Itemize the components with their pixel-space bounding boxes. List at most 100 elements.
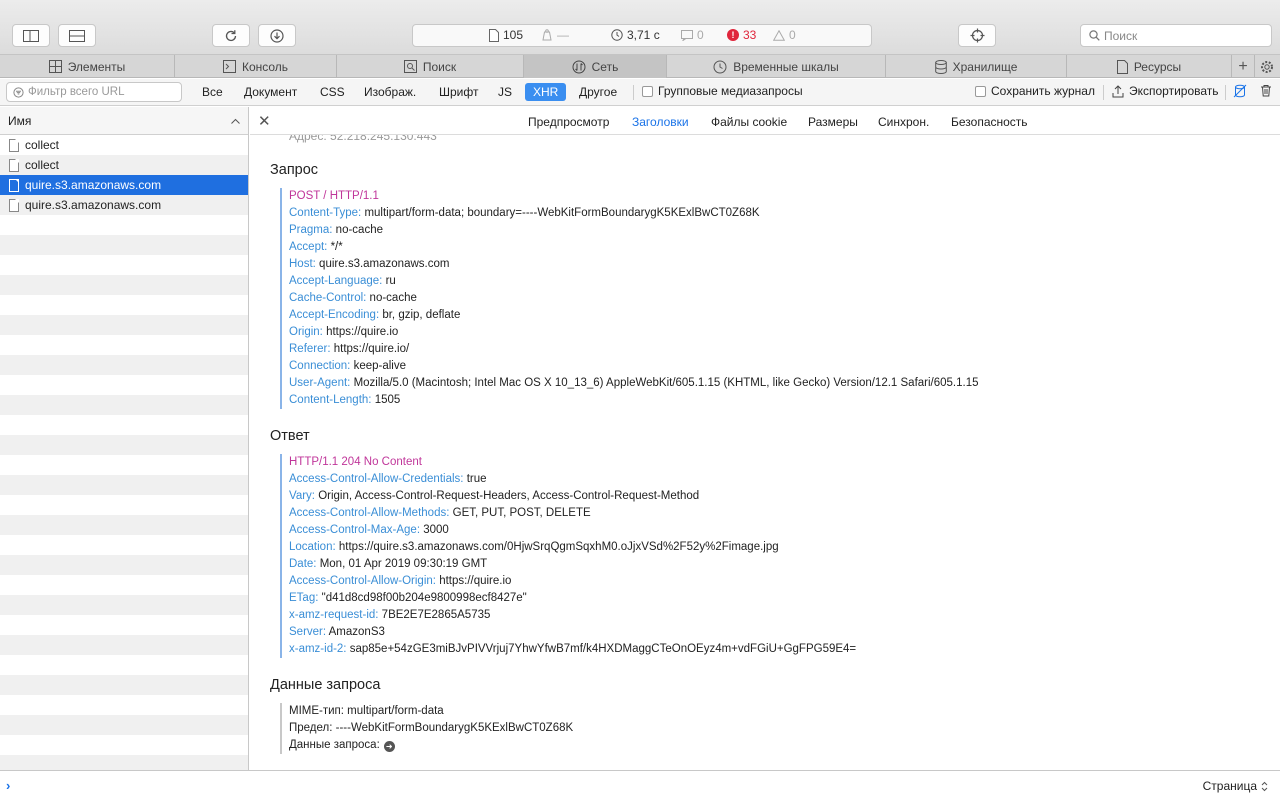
document-icon (489, 28, 499, 42)
tab-label: Временные шкалы (733, 59, 839, 74)
tab-resources[interactable]: Ресурсы (1067, 55, 1232, 78)
execution-context-select[interactable]: Страница (1203, 779, 1268, 793)
execution-context-label: Страница (1202, 779, 1257, 793)
disable-cache-button[interactable] (1233, 84, 1247, 98)
gear-icon (1260, 60, 1273, 73)
tab-console[interactable]: Консоль (175, 55, 337, 78)
name-column-header[interactable]: Имя (0, 107, 248, 135)
request-name: collect (25, 138, 60, 152)
request-row[interactable]: quire.s3.amazonaws.com (0, 195, 248, 215)
tab-network[interactable]: Сеть (524, 55, 667, 78)
request-data-block: MIME-тип: multipart/form-data Предел: --… (280, 703, 573, 754)
settings-button[interactable] (1255, 55, 1278, 78)
cache-disabled-icon (1233, 84, 1247, 98)
console-prompt-bar: › Страница (0, 770, 1280, 800)
dock-side-button[interactable] (12, 24, 50, 47)
header-value: Mozilla/5.0 (Macintosh; Intel Mac OS X 1… (353, 377, 979, 389)
preserve-log-checkbox[interactable]: Сохранить журнал (975, 84, 1095, 98)
header-line: Origin: https://quire.io (289, 324, 979, 341)
filter-type-other[interactable]: Другое (571, 83, 625, 101)
export-button[interactable]: Экспортировать (1112, 84, 1219, 98)
header-value: https://quire.s3.amazonaws.com/0HjwSrqQg… (338, 541, 779, 553)
header-key: ETag: (289, 592, 319, 604)
header-key: Content-Length: (289, 394, 372, 406)
detail-tab-preview[interactable]: Предпросмотр (528, 115, 609, 129)
detail-tab-security[interactable]: Безопасность (951, 115, 1028, 129)
header-key: Access-Control-Max-Age: (289, 524, 421, 536)
filter-divider (1103, 85, 1104, 100)
filter-type-document[interactable]: Документ (236, 83, 305, 101)
header-line: User-Agent: Mozilla/5.0 (Macintosh; Inte… (289, 375, 979, 392)
log-count-value: 0 (697, 28, 704, 42)
console-icon (222, 60, 236, 73)
header-value: 3000 (423, 524, 449, 536)
reload-button[interactable] (212, 24, 250, 47)
header-line: Server: AmazonS3 (289, 624, 856, 641)
header-value: no-cache (335, 224, 383, 236)
close-icon[interactable]: ✕ (258, 112, 271, 130)
header-value: Origin, Access-Control-Request-Headers, … (318, 490, 700, 502)
sort-ascending-icon (231, 118, 240, 124)
header-line: Vary: Origin, Access-Control-Request-Hea… (289, 488, 856, 505)
download-button[interactable] (258, 24, 296, 47)
resources-count-value: 105 (503, 28, 524, 42)
header-line: Content-Type: multipart/form-data; bound… (289, 205, 979, 222)
filter-icon (13, 86, 24, 98)
activity-dashboard[interactable]: 105 — 3,71 с 0 ! 33 0 (412, 24, 872, 47)
request-row[interactable]: collect (0, 135, 248, 155)
header-line: Access-Control-Max-Age: 3000 (289, 522, 856, 539)
header-key: Content-Type: (289, 207, 362, 219)
warning-count: 0 (773, 28, 796, 42)
detail-tab-cookies[interactable]: Файлы cookie (711, 115, 787, 129)
dock-bottom-icon (69, 29, 85, 42)
toolbar-search-input[interactable]: Поиск (1080, 24, 1272, 47)
detail-tab-sizes[interactable]: Размеры (808, 115, 858, 129)
elements-icon (48, 60, 62, 73)
header-key: Accept: (289, 241, 328, 253)
tab-label: Консоль (241, 59, 289, 74)
tab-search[interactable]: Поиск (337, 55, 524, 78)
go-to-arrow-icon[interactable]: ➜ (383, 741, 395, 752)
url-filter-input[interactable]: Фильтр всего URL (6, 82, 182, 102)
tab-elements[interactable]: Элементы (0, 55, 175, 78)
filter-divider (1225, 85, 1226, 100)
filter-type-xhr[interactable]: XHR (525, 83, 567, 101)
console-prompt-icon[interactable]: › (6, 778, 10, 793)
header-value: no-cache (369, 292, 417, 304)
resources-count: 105 (489, 28, 523, 42)
reload-icon (225, 29, 237, 41)
filter-type-fonts[interactable]: Шрифт (431, 83, 486, 101)
checkbox-label: Групповые медиазапросы (658, 84, 803, 98)
file-icon (9, 178, 19, 192)
request-row[interactable]: collect (0, 155, 248, 175)
request-data-line: Данные запроса: ➜ (289, 737, 573, 754)
tab-label: Поиск (422, 59, 457, 74)
response-headers-block: HTTP/1.1 204 No Content Access-Control-A… (280, 454, 856, 658)
add-tab-button[interactable]: + (1232, 55, 1255, 78)
detail-tab-timing[interactable]: Синхрон. (878, 115, 929, 129)
detail-tab-headers[interactable]: Заголовки (632, 115, 689, 129)
filter-type-css[interactable]: CSS (312, 83, 353, 101)
header-line: Host: quire.s3.amazonaws.com (289, 256, 979, 273)
header-key: Pragma: (289, 224, 333, 236)
mime-type-line: MIME-тип: multipart/form-data (289, 703, 573, 720)
inspect-element-button[interactable] (958, 24, 996, 47)
dock-bottom-button[interactable] (58, 24, 96, 47)
filter-type-all[interactable]: Все (194, 83, 231, 101)
tab-storage[interactable]: Хранилище (886, 55, 1067, 78)
request-list: Имя collect collect quire.s3.amazonaws.c… (0, 107, 249, 770)
group-media-requests-checkbox[interactable]: Групповые медиазапросы (642, 84, 803, 98)
filter-type-images[interactable]: Изображ. (356, 83, 424, 101)
header-key: Access-Control-Allow-Credentials: (289, 473, 464, 485)
checkbox-box (642, 85, 653, 97)
request-headers-list: Content-Type: multipart/form-data; bound… (289, 205, 979, 409)
filter-type-js[interactable]: JS (490, 83, 520, 101)
header-key: Accept-Encoding: (289, 309, 380, 321)
tab-timelines[interactable]: Временные шкалы (667, 55, 886, 78)
database-icon (934, 59, 947, 74)
request-data-section-title: Данные запроса (270, 677, 381, 693)
url-filter-placeholder: Фильтр всего URL (28, 86, 125, 98)
clear-log-button[interactable] (1260, 84, 1272, 97)
error-count: ! 33 (727, 28, 756, 42)
request-row-selected[interactable]: quire.s3.amazonaws.com (0, 175, 248, 195)
